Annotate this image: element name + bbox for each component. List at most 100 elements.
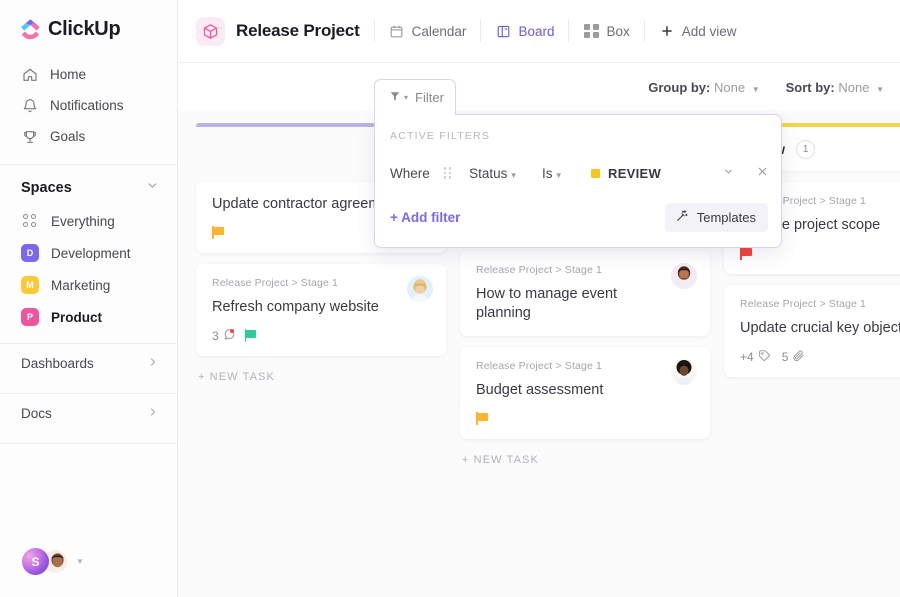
tag-icon <box>758 349 771 365</box>
clickup-logo-icon <box>20 19 41 40</box>
sidebar-item-label: Goals <box>50 129 86 144</box>
attachment-count: 5 <box>782 349 806 365</box>
sidebar-item-docs[interactable]: Docs <box>0 394 177 433</box>
sort-by-value: None <box>838 79 870 95</box>
tag-count-value: +4 <box>740 349 754 364</box>
chevron-down-icon[interactable] <box>723 166 734 180</box>
divider <box>373 20 375 42</box>
filter-row: Where Status ▾ Is ▾ REVIEW <box>375 160 781 186</box>
filter-popover: ▾ Filter ACTIVE FILTERS Where Status ▾ Is… <box>374 79 782 248</box>
status-color-swatch <box>591 168 600 178</box>
filter-tab-button[interactable]: ▾ Filter <box>374 79 456 115</box>
spaces-label: Spaces <box>21 179 72 196</box>
add-filter-button[interactable]: + Add filter <box>390 210 460 225</box>
filter-funnel-icon <box>389 90 401 105</box>
task-meta: 3 <box>212 328 432 343</box>
task-card[interactable]: Release Project > Stage 1 Update crucial… <box>724 285 900 378</box>
workspace-avatar[interactable]: S <box>22 548 49 575</box>
sidebar-item-product[interactable]: P Product <box>0 301 177 333</box>
sidebar-item-home[interactable]: Home <box>0 59 177 90</box>
space-label: Everything <box>51 213 115 229</box>
sort-by-control[interactable]: Sort by: None ▼ <box>786 80 884 95</box>
avatar[interactable] <box>407 276 433 303</box>
plus-icon <box>659 23 675 39</box>
home-icon <box>21 66 38 83</box>
sidebar-item-development[interactable]: D Development <box>0 237 177 269</box>
task-title: Update crucial key objectives <box>740 320 900 337</box>
filter-operator-select[interactable]: Is ▾ <box>542 166 561 181</box>
sidebar-item-notifications[interactable]: Notifications <box>0 90 177 121</box>
grid-dots-icon <box>21 212 39 230</box>
drag-handle-icon[interactable] <box>443 166 452 180</box>
active-filters-label: ACTIVE FILTERS <box>390 130 491 142</box>
tab-board[interactable]: Board <box>495 23 554 39</box>
task-meta <box>740 246 900 261</box>
avatar[interactable] <box>671 263 697 289</box>
trophy-icon <box>21 128 38 145</box>
task-card[interactable]: Release Project > Stage 1 How to manage … <box>460 251 710 337</box>
sidebar-item-marketing[interactable]: M Marketing <box>0 269 177 301</box>
filter-value-text: REVIEW <box>608 165 662 181</box>
spaces-section-header[interactable]: Spaces <box>0 165 177 205</box>
clickup-app: ClickUp Home Notifications Goals Spaces … <box>0 0 900 597</box>
flag-icon <box>244 329 257 343</box>
task-path: Release Project > Stage 1 <box>476 264 603 276</box>
task-title: Budget assessment <box>476 382 604 399</box>
task-meta: +4 5 <box>740 349 900 364</box>
task-path: Release Project > Stage 1 <box>476 360 603 373</box>
task-title: How to manage event planning <box>476 286 618 322</box>
chevron-down-icon: ▾ <box>511 169 516 180</box>
tab-label: Box <box>606 23 630 39</box>
filter-panel-footer: + Add filter Templates <box>375 186 781 247</box>
paperclip-icon <box>792 349 805 365</box>
sidebar-item-dashboards[interactable]: Dashboards <box>0 344 177 383</box>
new-task-button[interactable]: + NEW TASK <box>196 371 446 383</box>
sidebar-item-everything[interactable]: Everything <box>0 205 177 237</box>
where-label: Where <box>390 165 430 181</box>
chevron-right-icon <box>147 406 159 421</box>
tab-box[interactable]: Box <box>583 23 630 39</box>
filter-operator-value: Is <box>541 165 553 181</box>
filter-label: Filter <box>415 90 444 105</box>
space-badge: M <box>21 276 39 294</box>
comment-count-value: 3 <box>212 328 219 343</box>
add-view-label: Add view <box>681 23 737 39</box>
box-grid-icon <box>583 23 599 39</box>
page-title: Release Project <box>236 21 360 40</box>
sidebar-item-goals[interactable]: Goals <box>0 121 177 152</box>
new-task-button[interactable]: + NEW TASK <box>460 454 710 466</box>
chevron-down-icon[interactable]: ▼ <box>76 557 84 566</box>
app-logo-text: ClickUp <box>48 18 121 40</box>
sidebar: ClickUp Home Notifications Goals Spaces … <box>0 0 178 597</box>
user-account-row[interactable]: S ▼ <box>0 548 177 597</box>
dashboards-label: Dashboards <box>21 356 94 371</box>
chevron-down-icon <box>146 179 159 196</box>
space-badge: P <box>21 308 39 326</box>
filter-field-select[interactable]: Status ▾ <box>469 166 516 181</box>
task-title: Refresh company website <box>212 299 379 316</box>
sidebar-item-label: Notifications <box>50 98 124 113</box>
chevron-right-icon <box>147 356 159 371</box>
app-logo[interactable]: ClickUp <box>0 0 177 55</box>
bell-icon <box>21 97 38 114</box>
unread-dot <box>229 329 234 334</box>
chevron-down-icon: ▾ <box>404 93 409 102</box>
docs-label: Docs <box>21 406 52 421</box>
task-path: Release Project > Stage 1 <box>212 277 339 290</box>
add-view-button[interactable]: Add view <box>659 23 737 39</box>
filter-value-select[interactable]: REVIEW <box>591 166 661 181</box>
remove-filter-button[interactable] <box>756 165 769 182</box>
top-header: Release Project Calendar Board Box Add v… <box>178 0 900 63</box>
task-path: Release Project > Stage 1 <box>740 298 867 311</box>
divider <box>568 20 570 42</box>
tab-calendar[interactable]: Calendar <box>389 23 466 39</box>
flag-icon <box>740 247 752 261</box>
tab-label: Board <box>518 23 555 39</box>
task-card[interactable]: Release Project > Stage 1 Refresh compan… <box>196 264 446 357</box>
sort-by-label: Sort by: <box>785 79 835 95</box>
attachment-count-value: 5 <box>781 349 789 364</box>
task-card[interactable]: Release Project > Stage 1 Budget assessm… <box>460 347 710 440</box>
templates-button[interactable]: Templates <box>664 203 768 232</box>
space-badge: D <box>21 244 39 262</box>
